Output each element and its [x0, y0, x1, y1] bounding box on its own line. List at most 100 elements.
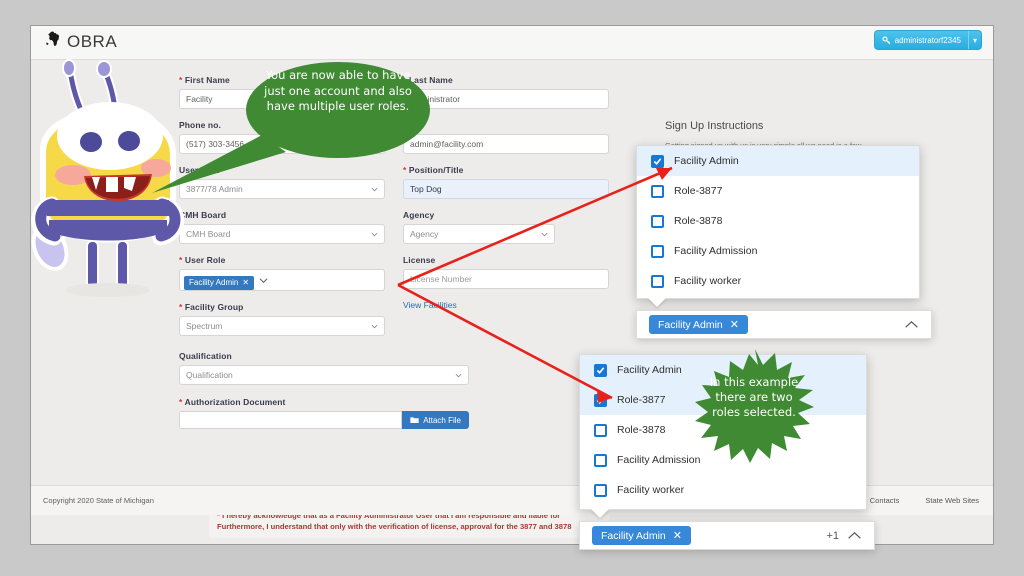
remove-chip-icon[interactable]: ✕ — [730, 318, 739, 331]
license-input[interactable]: License Number — [403, 269, 609, 289]
footer-link-contacts[interactable]: Contacts — [870, 496, 900, 505]
label-facility-group: * Facility Group — [179, 302, 244, 312]
dropdown-option-label: Role-3877 — [617, 394, 666, 406]
cmh-board-select[interactable]: CMH Board — [179, 224, 385, 244]
qualification-select[interactable]: Qualification — [179, 365, 469, 385]
required-mark: * — [403, 165, 407, 175]
user-role-selection-bar-bottom[interactable]: Facility Admin ✕ +1 — [579, 521, 875, 550]
checkbox-icon[interactable] — [594, 423, 607, 437]
folder-icon — [410, 417, 419, 423]
authorization-document-input[interactable] — [179, 411, 403, 429]
dropdown-option-facility-admission[interactable]: Facility Admission — [580, 445, 866, 475]
agency-select[interactable]: Agency — [403, 224, 555, 244]
label-qualification: Qualification — [179, 351, 232, 361]
chevron-up-icon[interactable] — [904, 320, 919, 329]
facility-group-value: Spectrum — [186, 321, 223, 331]
user-type-select[interactable]: 3877/78 Admin — [179, 179, 385, 199]
copyright-text: Copyright 2020 State of Michigan — [43, 496, 154, 505]
dropdown-option-label: Facility Admin — [617, 364, 682, 376]
checkbox-icon[interactable] — [651, 184, 664, 198]
checkbox-checked-icon[interactable] — [651, 154, 664, 168]
dropdown-option-role-3877[interactable]: Role-3877 — [637, 176, 919, 206]
view-facilities-link[interactable]: View Facilities — [403, 300, 609, 310]
check-icon — [596, 366, 605, 374]
last-name-input[interactable]: Administrator — [403, 89, 609, 109]
dropdown-controls-bottom: +1 — [826, 530, 862, 542]
dropdown-option-label: Role-3878 — [617, 424, 666, 436]
label-user-role: * User Role — [179, 255, 226, 265]
agency-value: Agency — [410, 229, 439, 239]
dropdown-option-role-3878[interactable]: Role-3878 — [637, 206, 919, 236]
field-facility-group: * Facility Group Spectrum — [179, 302, 385, 336]
dropdown-option-label: Facility worker — [617, 484, 685, 496]
user-role-dropdown-top[interactable]: Facility Admin Role-3877 Role-3878 Facil… — [636, 145, 920, 299]
label-license: License — [403, 255, 436, 265]
check-icon — [596, 396, 605, 404]
check-icon — [653, 157, 662, 165]
checkbox-icon[interactable] — [594, 453, 607, 467]
dropdown-option-label: Facility Admission — [674, 245, 758, 257]
checkbox-checked-icon[interactable] — [594, 393, 607, 407]
email-input[interactable]: admin@facility.com — [403, 134, 609, 154]
position-title-input[interactable]: Top Dog — [403, 179, 609, 199]
brand-logo[interactable]: OBRA — [45, 30, 117, 54]
required-mark: * — [179, 397, 183, 407]
starburst-text: In this example there are two roles sele… — [709, 375, 799, 419]
label-phone: Phone no. — [179, 120, 221, 130]
dropdown-option-label: Facility Admission — [617, 454, 701, 466]
label-authorization-document: * Authorization Document — [179, 397, 286, 407]
dropdown-option-facility-worker[interactable]: Facility worker — [637, 266, 919, 296]
checkbox-checked-icon[interactable] — [594, 363, 607, 377]
footer-links: Contacts State Web Sites — [870, 496, 979, 505]
user-badge[interactable]: administratorf2345 ▾ — [874, 31, 981, 49]
user-badge-main[interactable]: administratorf2345 — [874, 31, 968, 49]
instructions-title: Sign Up Instructions — [665, 120, 764, 132]
user-role-multiselect[interactable]: Facility Admin ✕ — [179, 269, 385, 291]
attach-file-label: Attach File — [423, 415, 461, 425]
overflow-count: +1 — [826, 529, 839, 542]
user-menu-caret[interactable]: ▾ — [968, 31, 981, 49]
field-agency: Agency Agency — [403, 210, 609, 244]
selected-role-chip-label: Facility Admin — [601, 529, 666, 542]
dropdown-notch-bottom — [591, 509, 609, 518]
field-license: License License Number — [403, 255, 609, 289]
dropdown-option-facility-admin[interactable]: Facility Admin — [637, 146, 919, 176]
checkbox-icon[interactable] — [651, 244, 664, 258]
footer-link-state-web-sites[interactable]: State Web Sites — [925, 496, 979, 505]
label-agency: Agency — [403, 210, 435, 220]
selected-role-chip[interactable]: Facility Admin ✕ — [649, 315, 748, 334]
checkbox-icon[interactable] — [651, 274, 664, 288]
field-qualification: Qualification Qualification — [179, 351, 469, 385]
screenshot-root: OBRA administratorf2345 ▾ * First Name F… — [0, 0, 1024, 576]
dropdown-controls-top — [896, 320, 919, 329]
remove-chip-icon[interactable]: ✕ — [242, 278, 249, 287]
field-view-facilities: View Facilities — [403, 300, 609, 310]
michigan-state-outline-icon — [46, 31, 60, 46]
signup-form: * First Name Facility Phone no. (517) 30… — [179, 75, 609, 440]
remove-chip-icon[interactable]: ✕ — [673, 529, 682, 542]
dropdown-option-facility-worker[interactable]: Facility worker — [580, 475, 866, 505]
chevron-down-icon — [371, 187, 378, 192]
username-label: administratorf2345 — [894, 35, 961, 45]
field-last-name: * Last Name Administrator — [403, 75, 609, 109]
dropdown-option-facility-admission[interactable]: Facility Admission — [637, 236, 919, 266]
checkbox-icon[interactable] — [651, 214, 664, 228]
chevron-up-icon[interactable] — [847, 531, 862, 540]
app-header: OBRA administratorf2345 ▾ — [31, 26, 993, 60]
facility-group-select[interactable]: Spectrum — [179, 316, 385, 336]
label-user-type: User Type — [179, 165, 221, 175]
checkbox-icon[interactable] — [594, 483, 607, 497]
dropdown-notch-top — [648, 298, 666, 307]
qualification-value: Qualification — [186, 370, 233, 380]
label-last-name: * Last Name — [403, 75, 453, 85]
chevron-down-icon[interactable] — [259, 276, 268, 285]
dropdown-option-label: Facility worker — [674, 275, 742, 287]
attach-file-button[interactable]: Attach File — [402, 411, 469, 429]
user-role-selection-bar-top[interactable]: Facility Admin ✕ — [636, 310, 932, 339]
bee-mascot — [31, 59, 185, 297]
phone-input[interactable]: (517) 303-3456 — [179, 134, 385, 154]
selected-role-chip[interactable]: Facility Admin ✕ — [592, 526, 691, 545]
field-cmh-board: CMH Board CMH Board — [179, 210, 385, 244]
field-phone: Phone no. (517) 303-3456 — [179, 120, 385, 154]
speech-bubble-text: You are now able to have just one accoun… — [264, 68, 412, 113]
